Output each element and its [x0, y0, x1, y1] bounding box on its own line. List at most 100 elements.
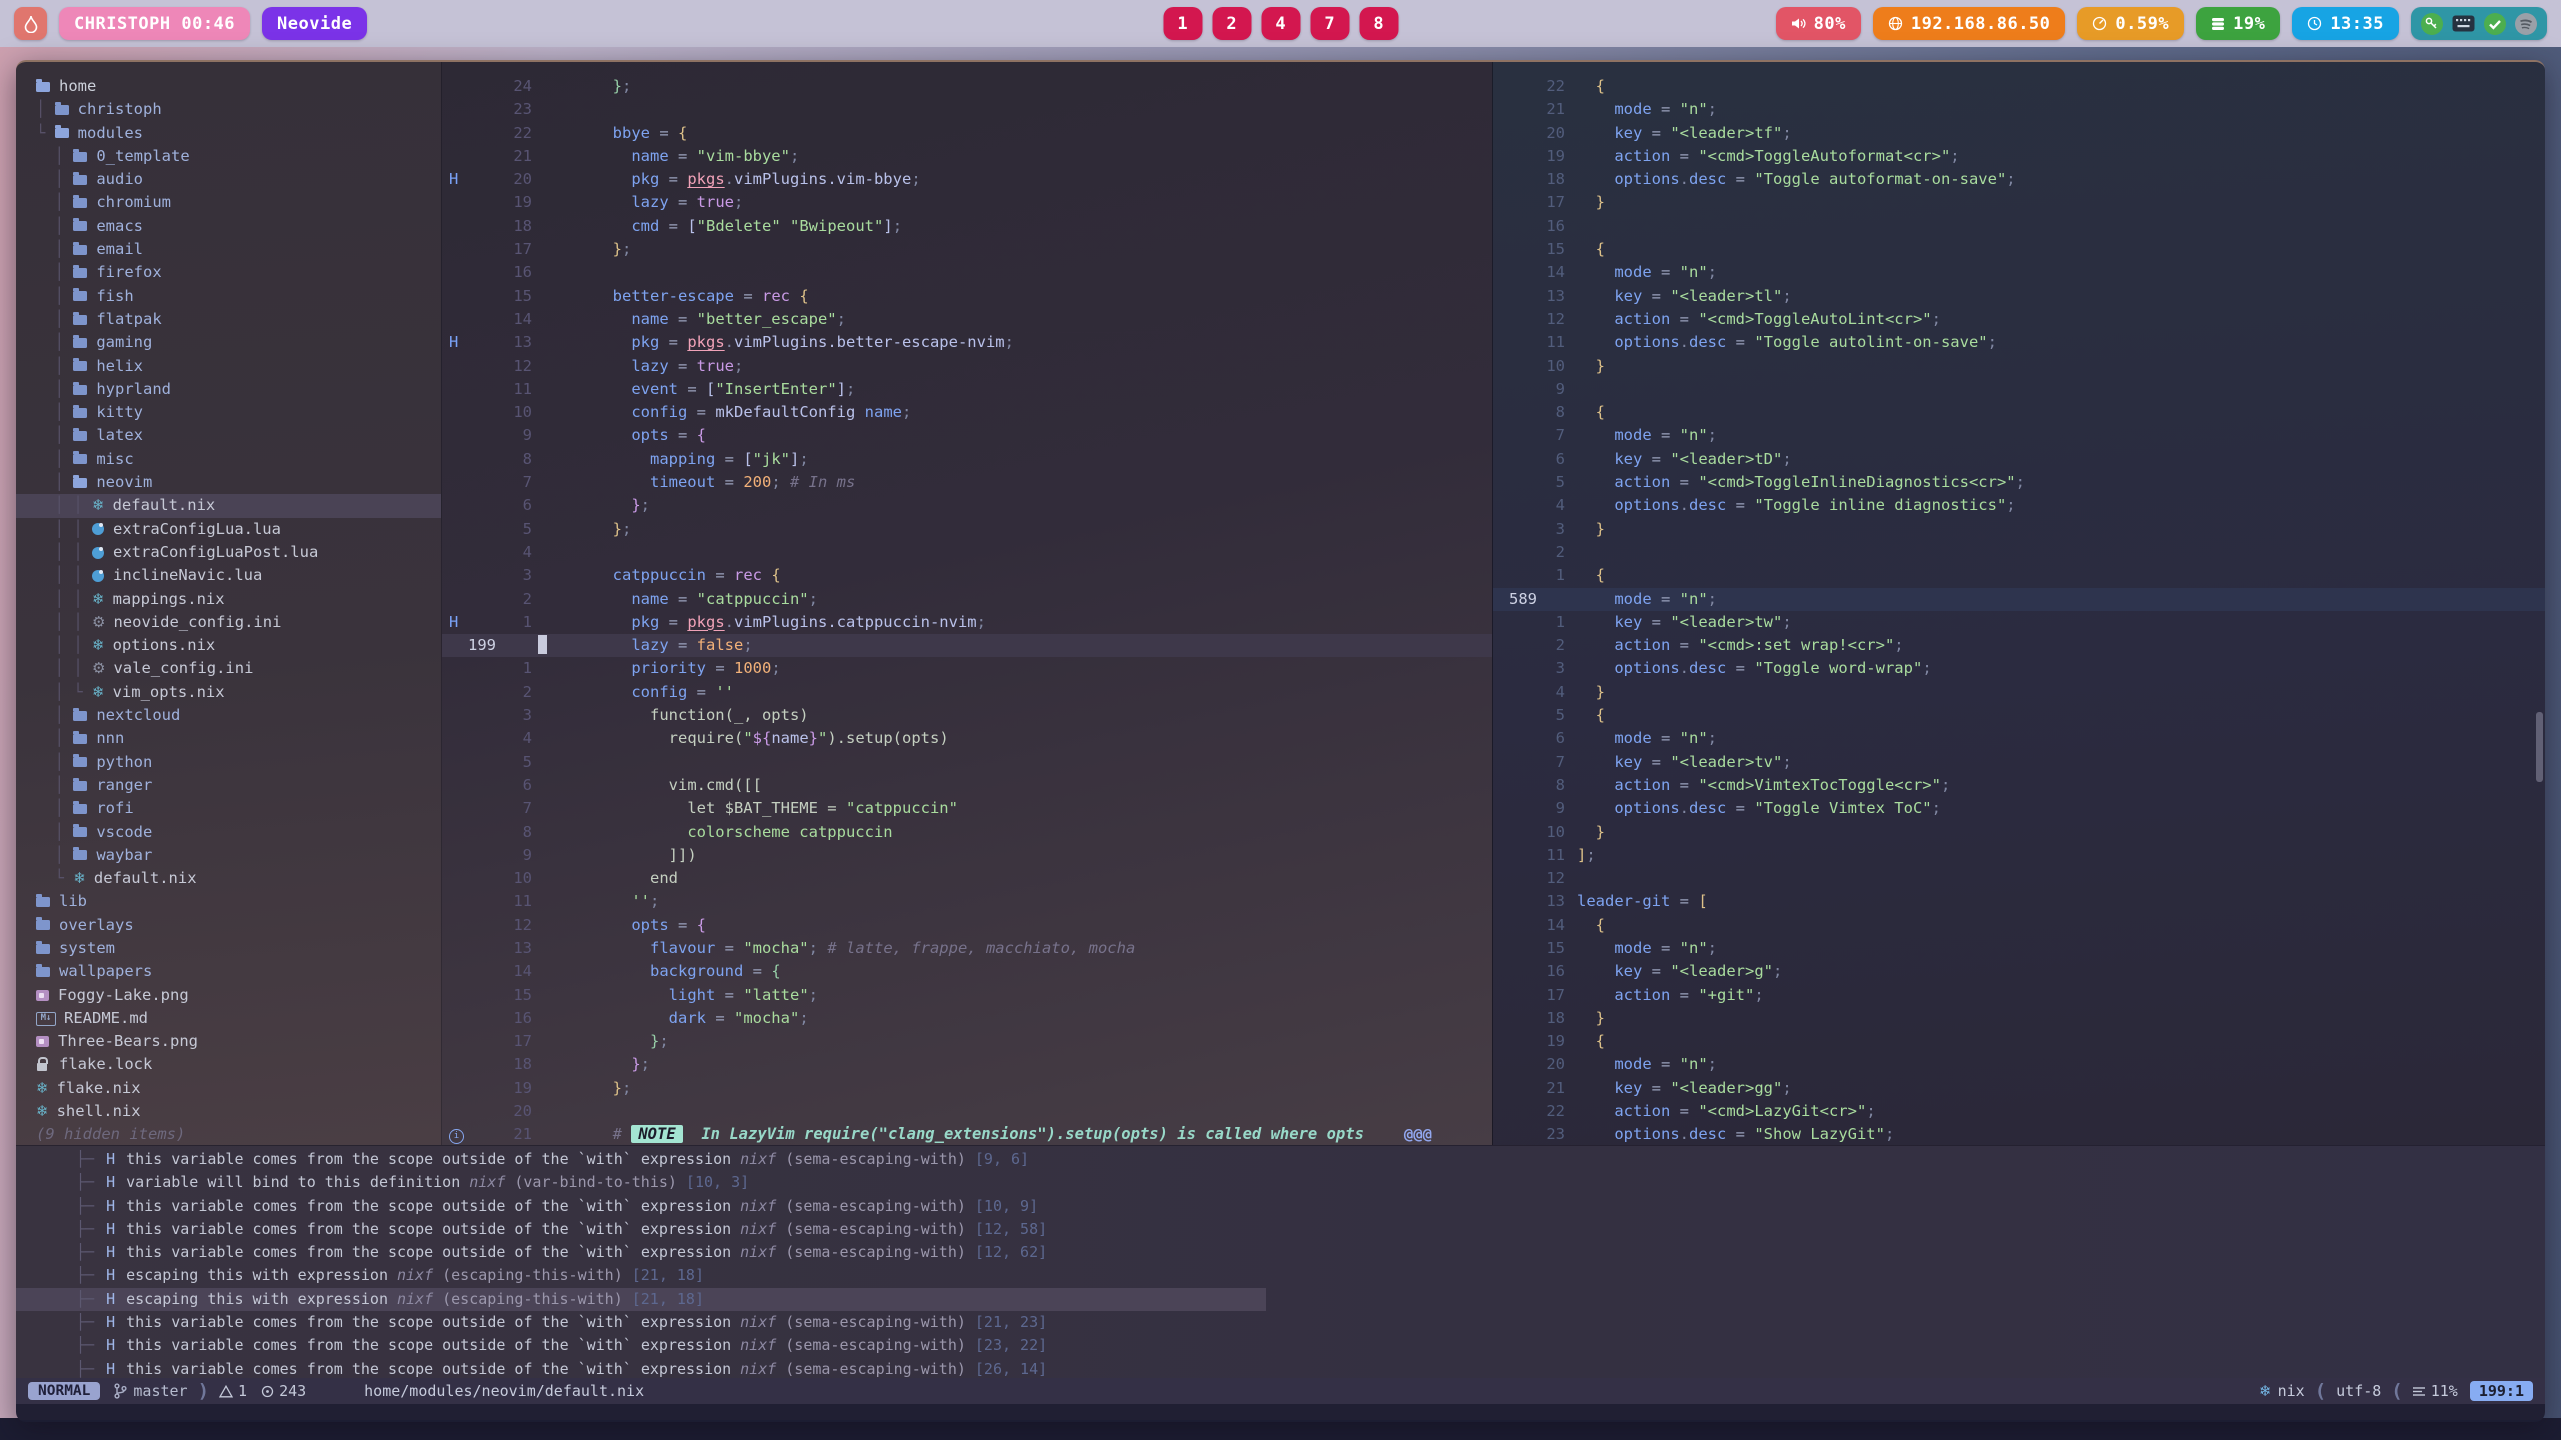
- code-line[interactable]: 16: [1493, 215, 2545, 238]
- diagnostic-row[interactable]: ├─Hthis variable comes from the scope ou…: [16, 1334, 2545, 1357]
- tree-row[interactable]: │ fish: [16, 285, 441, 308]
- diagnostic-row[interactable]: ├─Hvariable will bind to this definition…: [16, 1171, 2545, 1194]
- code-line[interactable]: 6 vim.cmd([[: [442, 774, 1492, 797]
- code-line[interactable]: 9 opts = {: [442, 424, 1492, 447]
- code-line[interactable]: 11 '';: [442, 890, 1492, 913]
- code-line[interactable]: 2 action = "<cmd>:set wrap!<cr>";: [1493, 634, 2545, 657]
- code-line[interactable]: 2 name = "catppuccin";: [442, 588, 1492, 611]
- code-line[interactable]: 22 action = "<cmd>LazyGit<cr>";: [1493, 1100, 2545, 1123]
- tree-row[interactable]: flake.lock: [16, 1053, 441, 1076]
- code-line[interactable]: 3 function(_, opts): [442, 704, 1492, 727]
- code-line[interactable]: 18 }: [1493, 1007, 2545, 1030]
- code-line[interactable]: 9 ]]): [442, 844, 1492, 867]
- tree-row[interactable]: │ nnn: [16, 727, 441, 750]
- tree-row[interactable]: │ │ ⚙neovide_config.ini: [16, 611, 441, 634]
- code-line[interactable]: 17 };: [442, 1030, 1492, 1053]
- code-line[interactable]: 13 flavour = "mocha"; # latte, frappe, m…: [442, 937, 1492, 960]
- git-branch[interactable]: master: [114, 1382, 187, 1400]
- diagnostic-row[interactable]: ├─Hthis variable comes from the scope ou…: [16, 1241, 2545, 1264]
- workspace-button[interactable]: 7: [1310, 7, 1349, 40]
- diagnostic-row[interactable]: ├─Hthis variable comes from the scope ou…: [16, 1148, 2545, 1171]
- tree-row[interactable]: │ nextcloud: [16, 704, 441, 727]
- code-line[interactable]: 589 mode = "n";: [1493, 588, 2545, 611]
- code-line[interactable]: 6 key = "<leader>tD";: [1493, 448, 2545, 471]
- code-line[interactable]: 13leader-git = [: [1493, 890, 2545, 913]
- tree-row[interactable]: │ │ ❄options.nix: [16, 634, 441, 657]
- tree-row[interactable]: │ kitty: [16, 401, 441, 424]
- code-line[interactable]: 3 catppuccin = rec {: [442, 564, 1492, 587]
- code-line[interactable]: 14 background = {: [442, 960, 1492, 983]
- code-line[interactable]: 15 mode = "n";: [1493, 937, 2545, 960]
- scrollbar-thumb[interactable]: [2536, 712, 2543, 782]
- tree-row[interactable]: ❄flake.nix: [16, 1077, 441, 1100]
- tree-row[interactable]: │ python: [16, 751, 441, 774]
- code-line[interactable]: H1 pkg = pkgs.vimPlugins.catppuccin-nvim…: [442, 611, 1492, 634]
- code-line[interactable]: 6 };: [442, 494, 1492, 517]
- code-line[interactable]: 23: [442, 98, 1492, 121]
- code-line[interactable]: 4 options.desc = "Toggle inline diagnost…: [1493, 494, 2545, 517]
- tree-row[interactable]: │ │ ⚙vale_config.ini: [16, 657, 441, 680]
- tree-row[interactable]: │ email: [16, 238, 441, 261]
- code-line[interactable]: 16 dark = "mocha";: [442, 1007, 1492, 1030]
- tree-row[interactable]: wallpapers: [16, 960, 441, 983]
- code-line[interactable]: 16 key = "<leader>g";: [1493, 960, 2545, 983]
- tree-row[interactable]: │ audio: [16, 168, 441, 191]
- code-line[interactable]: 19 {: [1493, 1030, 2545, 1053]
- tree-row[interactable]: │ firefox: [16, 261, 441, 284]
- clock-pill[interactable]: 13:35: [2292, 7, 2399, 40]
- tree-row[interactable]: │ gaming: [16, 331, 441, 354]
- code-line[interactable]: 15 {: [1493, 238, 2545, 261]
- code-line[interactable]: 6 mode = "n";: [1493, 727, 2545, 750]
- warning-count[interactable]: 1: [219, 1382, 247, 1400]
- tree-row[interactable]: │ hyprland: [16, 378, 441, 401]
- code-line[interactable]: 17 }: [1493, 191, 2545, 214]
- code-line[interactable]: 19 lazy = true;: [442, 191, 1492, 214]
- diagnostic-row[interactable]: ├─Hescaping this with expressionnixf(esc…: [16, 1288, 2545, 1311]
- code-line[interactable]: 12: [1493, 867, 2545, 890]
- code-line[interactable]: 14 name = "better_escape";: [442, 308, 1492, 331]
- code-line[interactable]: 199 lazy = false;: [442, 634, 1492, 657]
- code-line[interactable]: 11 event = ["InsertEnter"];: [442, 378, 1492, 401]
- diagnostic-row[interactable]: ├─Hthis variable comes from the scope ou…: [16, 1218, 2545, 1241]
- code-line[interactable]: 13 key = "<leader>tl";: [1493, 285, 2545, 308]
- code-line[interactable]: 10 config = mkDefaultConfig name;: [442, 401, 1492, 424]
- tree-row[interactable]: overlays: [16, 914, 441, 937]
- code-line[interactable]: 3 }: [1493, 518, 2545, 541]
- tree-row[interactable]: │ latex: [16, 424, 441, 447]
- code-line[interactable]: 18 cmd = ["Bdelete" "Bwipeout"];: [442, 215, 1492, 238]
- tree-row[interactable]: │ emacs: [16, 215, 441, 238]
- code-line[interactable]: 2: [1493, 541, 2545, 564]
- code-line[interactable]: 4: [442, 541, 1492, 564]
- workspace-button[interactable]: 1: [1163, 7, 1202, 40]
- code-line[interactable]: 5 action = "<cmd>ToggleInlineDiagnostics…: [1493, 471, 2545, 494]
- cpu-pill[interactable]: 0.59%: [2077, 7, 2184, 40]
- code-line[interactable]: 24 };: [442, 75, 1492, 98]
- code-line[interactable]: 5 {: [1493, 704, 2545, 727]
- volume-pill[interactable]: 80%: [1776, 7, 1861, 40]
- code-line[interactable]: 20 key = "<leader>tf";: [1493, 122, 2545, 145]
- code-line[interactable]: 11 options.desc = "Toggle autolint-on-sa…: [1493, 331, 2545, 354]
- code-line[interactable]: H13 pkg = pkgs.vimPlugins.better-escape-…: [442, 331, 1492, 354]
- tree-row[interactable]: │ │ ❄default.nix: [16, 494, 441, 517]
- code-line[interactable]: 8 colorscheme catppuccin: [442, 821, 1492, 844]
- tree-row[interactable]: (9 hidden items): [16, 1123, 441, 1145]
- code-line[interactable]: 7 let $BAT_THEME = "catppuccin": [442, 797, 1492, 820]
- tree-row[interactable]: home: [16, 75, 441, 98]
- tree-row[interactable]: │ christoph: [16, 98, 441, 121]
- code-line[interactable]: 21 name = "vim-bbye";: [442, 145, 1492, 168]
- spotify-icon[interactable]: [2515, 13, 2537, 35]
- tree-row[interactable]: M↓README.md: [16, 1007, 441, 1030]
- hint-count[interactable]: 243: [261, 1382, 306, 1400]
- code-line[interactable]: 20 mode = "n";: [1493, 1053, 2545, 1076]
- keyboard-icon[interactable]: [2452, 15, 2475, 32]
- code-line[interactable]: 14 {: [1493, 914, 2545, 937]
- tree-row[interactable]: │ ranger: [16, 774, 441, 797]
- code-line[interactable]: 1 key = "<leader>tw";: [1493, 611, 2545, 634]
- tree-row[interactable]: system: [16, 937, 441, 960]
- command-line[interactable]: [16, 1404, 2545, 1420]
- tree-row[interactable]: ❄shell.nix: [16, 1100, 441, 1123]
- tree-row[interactable]: │ rofi: [16, 797, 441, 820]
- code-line[interactable]: 20: [442, 1100, 1492, 1123]
- tree-row[interactable]: │ 0_template: [16, 145, 441, 168]
- launcher-button[interactable]: [14, 7, 47, 40]
